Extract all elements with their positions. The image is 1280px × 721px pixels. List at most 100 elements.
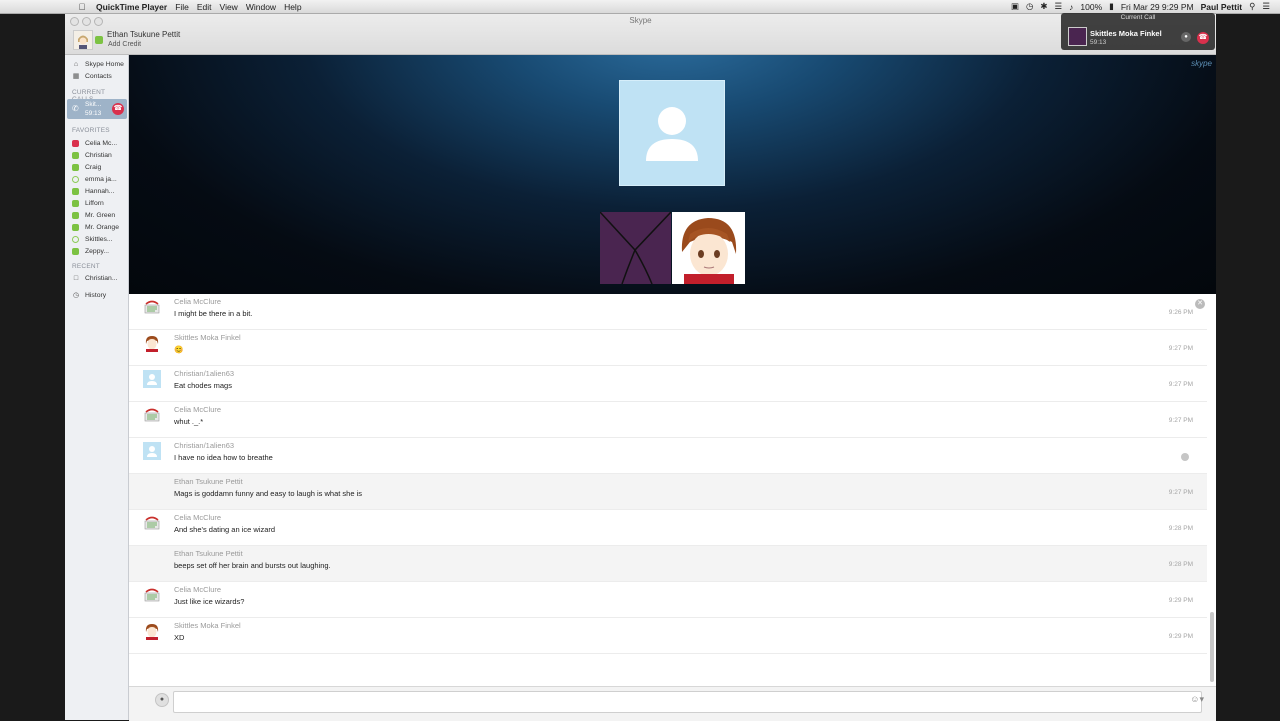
message-sender[interactable]: Celia McClure <box>174 585 221 594</box>
sidebar-item-skype-home[interactable]: ⌂ Skype Home <box>65 58 128 70</box>
wifi-icon[interactable]: ☰ <box>1055 1 1063 12</box>
chat-message[interactable]: Celia McClure I might be there in a bit. 9… <box>129 294 1207 330</box>
sender-avatar[interactable] <box>143 622 161 640</box>
popup-mute-icon[interactable]: ● <box>1181 32 1191 42</box>
chat-message[interactable]: Skittles Moka Finkel XD 9:29 PM <box>129 618 1207 654</box>
participant-video-thumbnail-2[interactable] <box>672 212 745 284</box>
sidebar-recent-item[interactable]: □ Christian... <box>65 272 128 284</box>
message-sender[interactable]: Celia McClure <box>174 513 221 522</box>
chat-scrollbar[interactable] <box>1210 612 1214 682</box>
sidebar-favorite-item[interactable]: Lifforn <box>65 197 128 209</box>
emoticon-picker-icon[interactable]: ☺▾ <box>1190 694 1204 705</box>
chat-message[interactable]: Ethan Tsukune Pettit beeps set off her br… <box>129 546 1207 582</box>
user-name[interactable]: Paul Pettit <box>1201 2 1243 12</box>
status-busy-icon <box>72 139 79 147</box>
message-composer: ● ☺▾ <box>129 686 1216 721</box>
sidebar-item-label: Craig <box>85 163 102 171</box>
message-timestamp: 9:28 PM <box>1168 525 1193 532</box>
sender-avatar[interactable] <box>143 442 161 460</box>
sidebar-item-label: History <box>85 291 107 299</box>
message-sender[interactable]: Christian/1alien63 <box>174 369 234 378</box>
chat-message[interactable]: Ethan Tsukune Pettit Mags is goddamn funn… <box>129 474 1207 510</box>
profile-name[interactable]: Ethan Tsukune Pettit <box>107 30 180 39</box>
clock[interactable]: Fri Mar 29 9:29 PM <box>1121 2 1194 12</box>
participant-1-image <box>600 212 671 284</box>
sidebar-favorite-item[interactable]: Mr. Orange <box>65 221 128 233</box>
profile-avatar[interactable] <box>73 30 93 50</box>
message-text: I might be there in a bit. <box>174 309 253 318</box>
sidebar-favorite-item[interactable]: Skittles... <box>65 233 128 245</box>
popup-caller-name: Skittles Moka Finkel <box>1090 29 1162 38</box>
current-call-name: Skit... <box>85 101 102 108</box>
message-text: 😊 <box>174 345 184 354</box>
chat-message[interactable]: Christian/1alien63 I have no idea how to … <box>129 438 1207 474</box>
message-timestamp: 9:27 PM <box>1168 381 1193 388</box>
battery-percent[interactable]: 100% <box>1080 2 1102 12</box>
skype-status-icon[interactable]: ▣ <box>1011 1 1019 12</box>
current-call-popup[interactable]: Current Call Skittles Moka Finkel 59:13 … <box>1061 13 1215 50</box>
close-chat-icon[interactable]: ✕ <box>1195 299 1205 309</box>
menu-file[interactable]: File <box>175 2 189 12</box>
menu-app-name[interactable]: QuickTime Player <box>96 2 167 12</box>
sidebar-favorite-item[interactable]: Zeppy... <box>65 245 128 257</box>
menu-view[interactable]: View <box>220 2 238 12</box>
notification-center-icon[interactable]: ☰ <box>1262 1 1270 12</box>
message-sender[interactable]: Ethan Tsukune Pettit <box>174 549 243 558</box>
sidebar-current-call[interactable]: ✆ Skit... 59:13 ☎ <box>67 99 127 119</box>
menu-window[interactable]: Window <box>246 2 276 12</box>
message-timestamp: 9:26 PM <box>1168 309 1193 316</box>
sidebar-item-history[interactable]: ◷ History <box>65 289 128 301</box>
sidebar-favorite-item[interactable]: emma ja... <box>65 173 128 185</box>
sidebar-favorite-item[interactable]: Craig <box>65 161 128 173</box>
sidebar-favorite-item[interactable]: Mr. Green <box>65 209 128 221</box>
sidebar-item-label: Celia Mc... <box>85 139 118 147</box>
chat-message[interactable]: Christian/1alien63 Eat chodes mags 9:27 PM <box>129 366 1207 402</box>
sender-avatar[interactable] <box>143 406 161 424</box>
participant-video-thumbnail-1[interactable] <box>600 212 671 284</box>
message-sender[interactable]: Celia McClure <box>174 405 221 414</box>
popup-end-call-icon[interactable]: ☎ <box>1197 32 1209 44</box>
sender-avatar[interactable] <box>143 334 161 352</box>
end-call-icon[interactable]: ☎ <box>112 103 124 115</box>
home-icon: ⌂ <box>73 60 79 68</box>
sidebar-item-label: Christian... <box>85 274 118 282</box>
microphone-icon[interactable]: ● <box>155 693 169 707</box>
add-credit-link[interactable]: Add Credit <box>108 41 141 48</box>
chat-message[interactable]: Celia McClure Just like ice wizards? 9:29 … <box>129 582 1207 618</box>
status-online-icon <box>72 223 79 231</box>
favorites-heading: FAVORITES <box>72 127 110 134</box>
sender-avatar[interactable] <box>143 298 161 316</box>
message-sender[interactable]: Celia McClure <box>174 297 221 306</box>
sender-avatar[interactable] <box>143 586 161 604</box>
message-sender[interactable]: Skittles Moka Finkel <box>174 621 241 630</box>
time-machine-icon[interactable]: ◷ <box>1026 1 1033 12</box>
sidebar-item-contacts[interactable]: ▦ Contacts <box>65 70 128 82</box>
sidebar-item-label: Skittles... <box>85 235 113 243</box>
chat-bubble-icon: □ <box>73 274 79 282</box>
message-sender[interactable]: Ethan Tsukune Pettit <box>174 477 243 486</box>
phone-icon: ✆ <box>72 104 79 113</box>
sidebar-favorite-item[interactable]: Celia Mc... <box>65 137 128 149</box>
sidebar-item-label: Skype Home <box>85 60 124 68</box>
chat-message[interactable]: Skittles Moka Finkel 😊 9:27 PM <box>129 330 1207 366</box>
bluetooth-icon[interactable]: ✱ <box>1040 1 1047 12</box>
chat-message[interactable]: Celia McClure whut ._.* 9:27 PM <box>129 402 1207 438</box>
menu-help[interactable]: Help <box>284 2 301 12</box>
message-sender[interactable]: Skittles Moka Finkel <box>174 333 241 342</box>
sidebar-favorite-item[interactable]: Christian <box>65 149 128 161</box>
message-input[interactable] <box>173 691 1202 713</box>
volume-icon[interactable]: ♪ <box>1069 2 1073 12</box>
sender-avatar[interactable] <box>143 370 161 388</box>
battery-icon[interactable]: ▮ <box>1109 1 1114 12</box>
menu-edit[interactable]: Edit <box>197 2 212 12</box>
window-title: Skype <box>629 16 652 25</box>
current-call-duration: 59:13 <box>85 110 102 117</box>
profile-status-icon[interactable] <box>95 36 103 44</box>
sidebar-favorite-item[interactable]: Hannah... <box>65 185 128 197</box>
spotlight-icon[interactable]: ⚲ <box>1249 1 1255 12</box>
sender-avatar[interactable] <box>143 514 161 532</box>
message-sender[interactable]: Christian/1alien63 <box>174 441 234 450</box>
apple-menu-icon[interactable]:  <box>76 2 88 12</box>
sidebar-item-label: Christian <box>85 151 112 159</box>
chat-message[interactable]: Celia McClure And she's dating an ice wiz… <box>129 510 1207 546</box>
